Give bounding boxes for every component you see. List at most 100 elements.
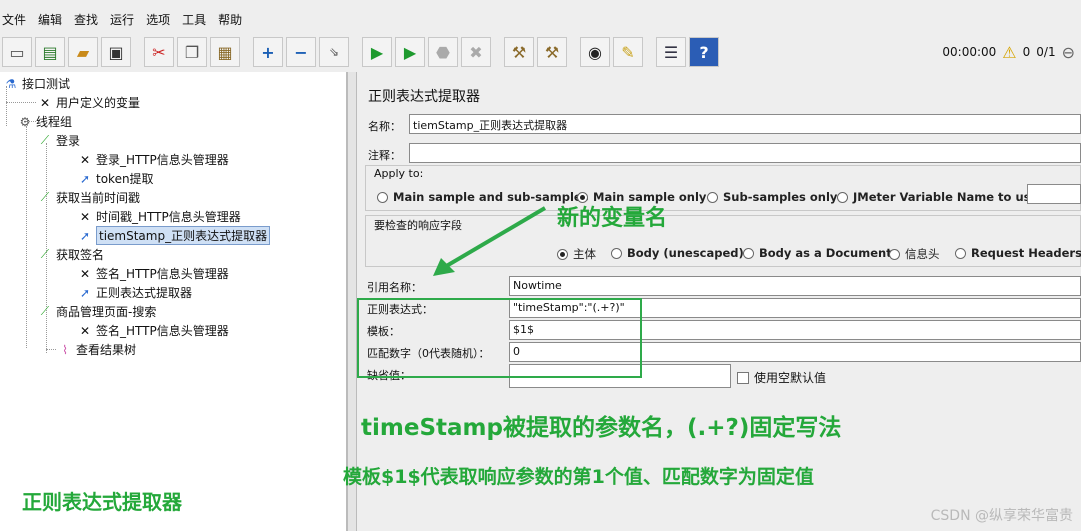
radio-button-selected[interactable] [557, 248, 568, 260]
menu-run[interactable]: 运行 [110, 11, 134, 28]
wrench-icon: ✕ [79, 209, 91, 224]
radio-label: Request Headers [971, 246, 1081, 260]
tree-item-label: tiemStamp_正则表达式提取器 [96, 226, 271, 245]
sampler-icon: ⟋ [40, 304, 50, 318]
tree-item[interactable]: ✕ 登录_HTTP信息头管理器 [76, 150, 229, 169]
tree-item-label: 登录 [56, 134, 81, 148]
panel-title: 正则表达式提取器 [368, 89, 480, 105]
help-icon[interactable]: ? [689, 37, 719, 67]
annotation-left-note: 正则表达式提取器 [22, 490, 182, 514]
radio-headers[interactable]: 信息头 [889, 246, 940, 262]
search-icon[interactable]: ◉ [580, 37, 610, 67]
radio-body-unescaped[interactable]: Body (unescaped) [611, 246, 744, 260]
save-icon[interactable]: ▣ [101, 37, 131, 67]
start-icon[interactable]: ▶ [362, 37, 392, 67]
radio-request-headers[interactable]: Request Headers [955, 246, 1081, 260]
tree-item-label: 获取签名 [56, 248, 105, 262]
tree-item-label: 线程组 [36, 115, 73, 129]
tree-item-label: 正则表达式提取器 [96, 286, 193, 300]
name-label: 名称： [368, 120, 401, 133]
expand-icon[interactable]: + [253, 37, 283, 67]
tree-item[interactable]: ⟋ 获取当前时间戳 [36, 188, 140, 207]
collapse-icon[interactable]: − [286, 37, 316, 67]
radio-body-document[interactable]: Body as a Document [743, 246, 892, 260]
tree-item[interactable]: ⟋ 获取签名 [36, 245, 104, 264]
tree-item[interactable]: ⟋ 登录 [36, 131, 80, 150]
radio-button[interactable] [955, 247, 966, 259]
test-plan-tree: ⚗ 接口测试 ✕ 用户定义的变量 ⚙ 线程组 ⟋ 登录 ✕ 登录_HTTP信息头… [0, 72, 347, 531]
radio-button[interactable] [837, 191, 848, 203]
tree-item-label: token提取 [96, 172, 154, 186]
wrench-icon: ✕ [79, 323, 91, 338]
radio-label: 主体 [573, 247, 596, 261]
listener-icon: ⌇ [62, 342, 68, 357]
tree-item[interactable]: ✕ 签名_HTTP信息头管理器 [76, 321, 229, 340]
menu-options[interactable]: 选项 [146, 11, 170, 28]
sampler-icon: ⟋ [40, 190, 50, 204]
annotation-highlight-box [357, 298, 642, 378]
annotation-timestamp-note: timeStamp被提取的参数名，(.+?)固定写法 [361, 415, 842, 441]
comment-field[interactable] [409, 143, 1081, 163]
tree-item-label: 登录_HTTP信息头管理器 [96, 153, 229, 167]
function-helper-icon[interactable]: ☰ [656, 37, 686, 67]
extractor-icon: ➚ [79, 171, 91, 186]
extractor-icon: ➚ [79, 228, 91, 243]
start-no-pause-icon[interactable]: ▶ [395, 37, 425, 67]
warning-count: 0 [1022, 45, 1031, 59]
clear-all-icon[interactable]: ⚒ [537, 37, 567, 67]
run-status: 00:00:00 ⚠ 0 0/1 ⊖ [942, 34, 1081, 70]
menu-help[interactable]: 帮助 [218, 11, 242, 28]
tree-item-label: 接口测试 [22, 77, 71, 91]
new-icon[interactable]: ▭ [2, 37, 32, 67]
radio-button[interactable] [707, 191, 718, 203]
wrench-icon: ✕ [79, 152, 91, 167]
radio-body[interactable]: 主体 [557, 246, 596, 262]
extractor-panel: 正则表达式提取器 名称： tiemStamp_正则表达式提取器 注释： Appl… [343, 72, 1081, 531]
tree-item[interactable]: ⚗ 接口测试 [2, 74, 70, 93]
use-empty-default-checkbox[interactable]: 使用空默认值 [737, 369, 826, 386]
tree-item-selected[interactable]: ➚ tiemStamp_正则表达式提取器 [76, 226, 271, 245]
menu-file[interactable]: 文件 [2, 11, 26, 28]
clear-icon[interactable]: ⚒ [504, 37, 534, 67]
radio-jmeter-variable[interactable]: JMeter Variable Name to use [837, 190, 1038, 204]
shutdown-icon[interactable]: ✖ [461, 37, 491, 67]
tree-item[interactable]: ⚙ 线程组 [16, 112, 72, 131]
copy-icon[interactable]: ❐ [177, 37, 207, 67]
tree-item[interactable]: ✕ 时间戳_HTTP信息头管理器 [76, 207, 241, 226]
apply-to-legend: Apply to: [374, 167, 424, 180]
tree-item[interactable]: ✕ 用户定义的变量 [36, 93, 140, 112]
stop-icon[interactable]: ⬣ [428, 37, 458, 67]
tree-item[interactable]: ⟋ 商品管理页面-搜索 [36, 302, 157, 321]
tree-item[interactable]: ➚ 正则表达式提取器 [76, 283, 192, 302]
menu-tools[interactable]: 工具 [182, 11, 206, 28]
toggle-icon[interactable]: ⇘ [319, 37, 349, 67]
menu-edit[interactable]: 编辑 [38, 11, 62, 28]
jmeter-variable-field[interactable] [1027, 184, 1081, 204]
tree-item[interactable]: ⌇ 查看结果树 [56, 340, 136, 359]
cut-icon[interactable]: ✂ [144, 37, 174, 67]
wrench-icon: ✕ [79, 266, 91, 281]
checkbox-label: 使用空默认值 [754, 371, 827, 385]
open-icon[interactable]: ▰ [68, 37, 98, 67]
radio-sub-only[interactable]: Sub-samples only [707, 190, 837, 204]
menu-search[interactable]: 查找 [74, 11, 98, 28]
checkbox-box[interactable] [737, 371, 749, 384]
templates-icon[interactable]: ▤ [35, 37, 65, 67]
paste-icon[interactable]: ▦ [210, 37, 240, 67]
ref-name-field[interactable]: Nowtime [509, 276, 1081, 296]
radio-button[interactable] [889, 248, 900, 260]
reset-search-icon[interactable]: ✎ [613, 37, 643, 67]
gear-icon: ⚙ [19, 114, 31, 129]
annotation-template-note: 模板$1$代表取响应参数的第1个值、匹配数字为固定值 [343, 466, 814, 488]
sampler-icon: ⟋ [40, 247, 50, 261]
tree-item[interactable]: ➚ token提取 [76, 169, 154, 188]
toolbar: ▭ ▤ ▰ ▣ ✂ ❐ ▦ + − ⇘ ▶ ▶ ⬣ ✖ ⚒ ⚒ ◉ ✎ ☰ ? … [0, 34, 1081, 70]
warning-icon[interactable]: ⚠ [1002, 43, 1016, 62]
radio-button[interactable] [377, 191, 388, 203]
radio-button[interactable] [611, 247, 622, 259]
radio-label: Body as a Document [759, 246, 892, 260]
tree-item[interactable]: ✕ 签名_HTTP信息头管理器 [76, 264, 229, 283]
remote-icon[interactable]: ⊖ [1062, 43, 1075, 62]
name-field[interactable]: tiemStamp_正则表达式提取器 [409, 114, 1081, 134]
radio-button[interactable] [743, 247, 754, 259]
